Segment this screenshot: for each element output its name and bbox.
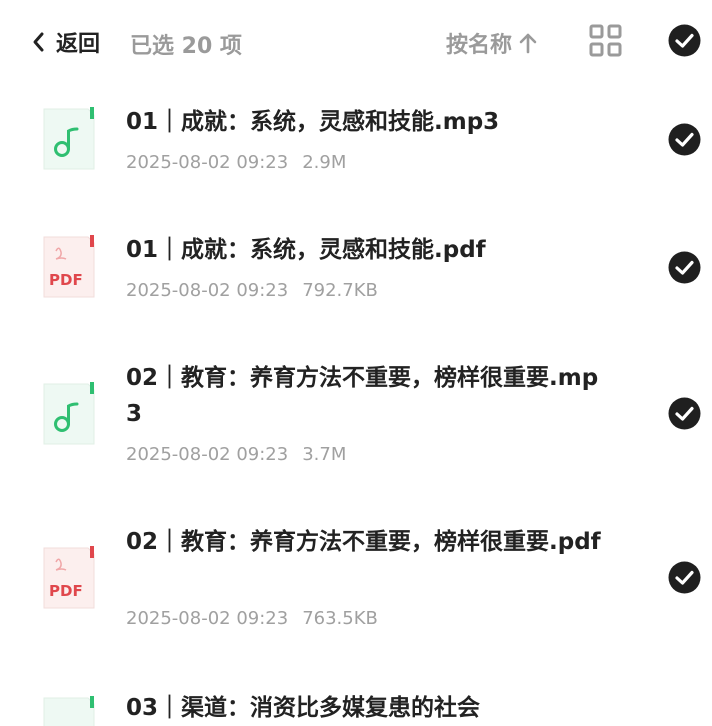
audio-file-icon: [42, 696, 96, 726]
file-list: 01｜成就：系统，灵感和技能.mp3 2025-08-02 09:23 2.9M …: [0, 82, 712, 726]
check-circle-icon: [668, 251, 701, 284]
check-circle-icon: [668, 123, 701, 156]
file-meta: 2025-08-02 09:23 2.9M: [126, 152, 346, 173]
file-row[interactable]: 01｜成就：系统，灵感和技能.mp3 2025-08-02 09:23 2.9M: [0, 82, 712, 210]
file-name: 02｜教育：养育方法不重要，榜样很重要.pdf: [126, 529, 601, 555]
file-date: 2025-08-02 09:23: [126, 152, 289, 173]
file-name: 01｜成就：系统，灵感和技能.mp3: [126, 109, 500, 135]
file-size: 792.7KB: [302, 280, 378, 301]
audio-file-icon: [42, 382, 96, 446]
file-row[interactable]: 03｜渠道：消资比多媒复患的社会: [0, 666, 712, 726]
file-name: 02｜教育：养育方法不重要，榜样很重要.mp3: [126, 365, 599, 427]
file-size: 763.5KB: [302, 608, 378, 629]
chevron-left-icon: [33, 32, 44, 52]
file-size: 2.9M: [302, 152, 347, 173]
file-name: 03｜渠道：消资比多媒复患的社会: [126, 695, 481, 721]
file-size: 3.7M: [302, 444, 347, 465]
pdf-file-icon: PDF: [42, 546, 96, 610]
pdf-badge: PDF: [49, 271, 83, 289]
check-circle-icon: [668, 24, 701, 57]
row-select-check[interactable]: [668, 397, 701, 430]
pdf-badge: PDF: [49, 582, 83, 600]
back-button[interactable]: 返回: [30, 26, 100, 58]
grid-view-icon[interactable]: [589, 24, 622, 57]
arrow-up-icon: [519, 33, 537, 54]
audio-file-icon: [42, 107, 96, 171]
row-select-check[interactable]: [668, 251, 701, 284]
selected-count: 已选 20 项: [130, 34, 242, 59]
check-circle-icon: [668, 561, 701, 594]
pdf-file-icon: PDF: [42, 235, 96, 299]
sort-by-name-button[interactable]: 按名称: [446, 27, 538, 59]
file-row[interactable]: PDF 02｜教育：养育方法不重要，榜样很重要.pdf 2025-08-02 0…: [0, 502, 712, 666]
file-row[interactable]: 02｜教育：养育方法不重要，榜样很重要.mp3 2025-08-02 09:23…: [0, 338, 712, 502]
file-meta: 2025-08-02 09:23 763.5KB: [126, 608, 378, 629]
file-row[interactable]: PDF 01｜成就：系统，灵感和技能.pdf 2025-08-02 09:23 7…: [0, 210, 712, 338]
file-date: 2025-08-02 09:23: [126, 608, 289, 629]
back-label: 返回: [56, 32, 101, 57]
file-name: 01｜成就：系统，灵感和技能.pdf: [126, 237, 486, 263]
file-meta: 2025-08-02 09:23 792.7KB: [126, 280, 378, 301]
file-date: 2025-08-02 09:23: [126, 280, 289, 301]
check-circle-icon: [668, 397, 701, 430]
row-select-check[interactable]: [668, 123, 701, 156]
sort-label: 按名称: [446, 33, 513, 58]
file-date: 2025-08-02 09:23: [126, 444, 289, 465]
select-all-check[interactable]: [668, 24, 701, 57]
row-select-check[interactable]: [668, 561, 701, 594]
top-bar: 返回 已选 20 项 按名称: [0, 0, 712, 82]
file-meta: 2025-08-02 09:23 3.7M: [126, 444, 346, 465]
